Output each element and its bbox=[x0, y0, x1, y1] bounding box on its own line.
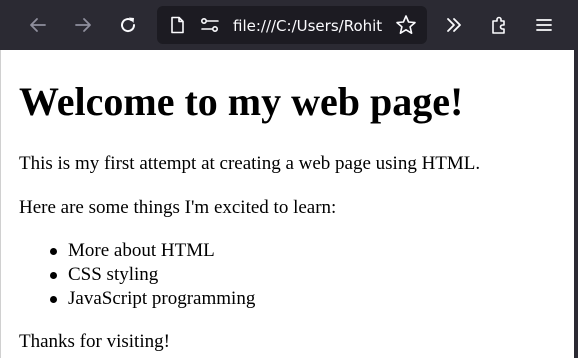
arrow-left-icon bbox=[30, 18, 46, 32]
page-heading: Welcome to my web page! bbox=[19, 79, 464, 124]
url-bar[interactable]: file:///C:/Users/Rohit bbox=[157, 6, 427, 44]
window-right-edge bbox=[574, 50, 578, 358]
page-file-icon[interactable] bbox=[166, 14, 188, 36]
list-item: More about HTML bbox=[8, 239, 255, 263]
double-chevron-right-icon bbox=[447, 18, 461, 32]
puzzle-icon bbox=[492, 16, 505, 34]
menu-button[interactable] bbox=[528, 9, 560, 41]
reload-icon bbox=[121, 17, 136, 33]
bookmark-star-icon[interactable] bbox=[395, 14, 417, 36]
arrow-right-icon bbox=[75, 18, 91, 32]
browser-window: file:///C:/Users/Rohit Welcome to my web… bbox=[0, 0, 578, 358]
hamburger-menu-icon bbox=[536, 19, 552, 31]
page-content: Welcome to my web page! This is my first… bbox=[8, 50, 574, 358]
reload-button[interactable] bbox=[112, 9, 144, 41]
list-item: JavaScript programming bbox=[8, 287, 255, 311]
extensions-button[interactable] bbox=[483, 9, 515, 41]
forward-button[interactable] bbox=[67, 9, 99, 41]
page-left-border bbox=[0, 50, 8, 358]
list-item: CSS styling bbox=[8, 263, 255, 287]
browser-toolbar: file:///C:/Users/Rohit bbox=[0, 0, 578, 50]
overflow-chevron-button[interactable] bbox=[438, 9, 470, 41]
closing-paragraph: Thanks for visiting! bbox=[19, 331, 170, 352]
intro-paragraph: This is my first attempt at creating a w… bbox=[19, 153, 481, 174]
url-text[interactable]: file:///C:/Users/Rohit bbox=[233, 15, 393, 37]
back-button[interactable] bbox=[22, 9, 54, 41]
learning-list: More about HTML CSS styling JavaScript p… bbox=[8, 239, 255, 311]
list-intro-paragraph: Here are some things I'm excited to lear… bbox=[19, 197, 337, 218]
permissions-icon[interactable] bbox=[199, 14, 221, 36]
